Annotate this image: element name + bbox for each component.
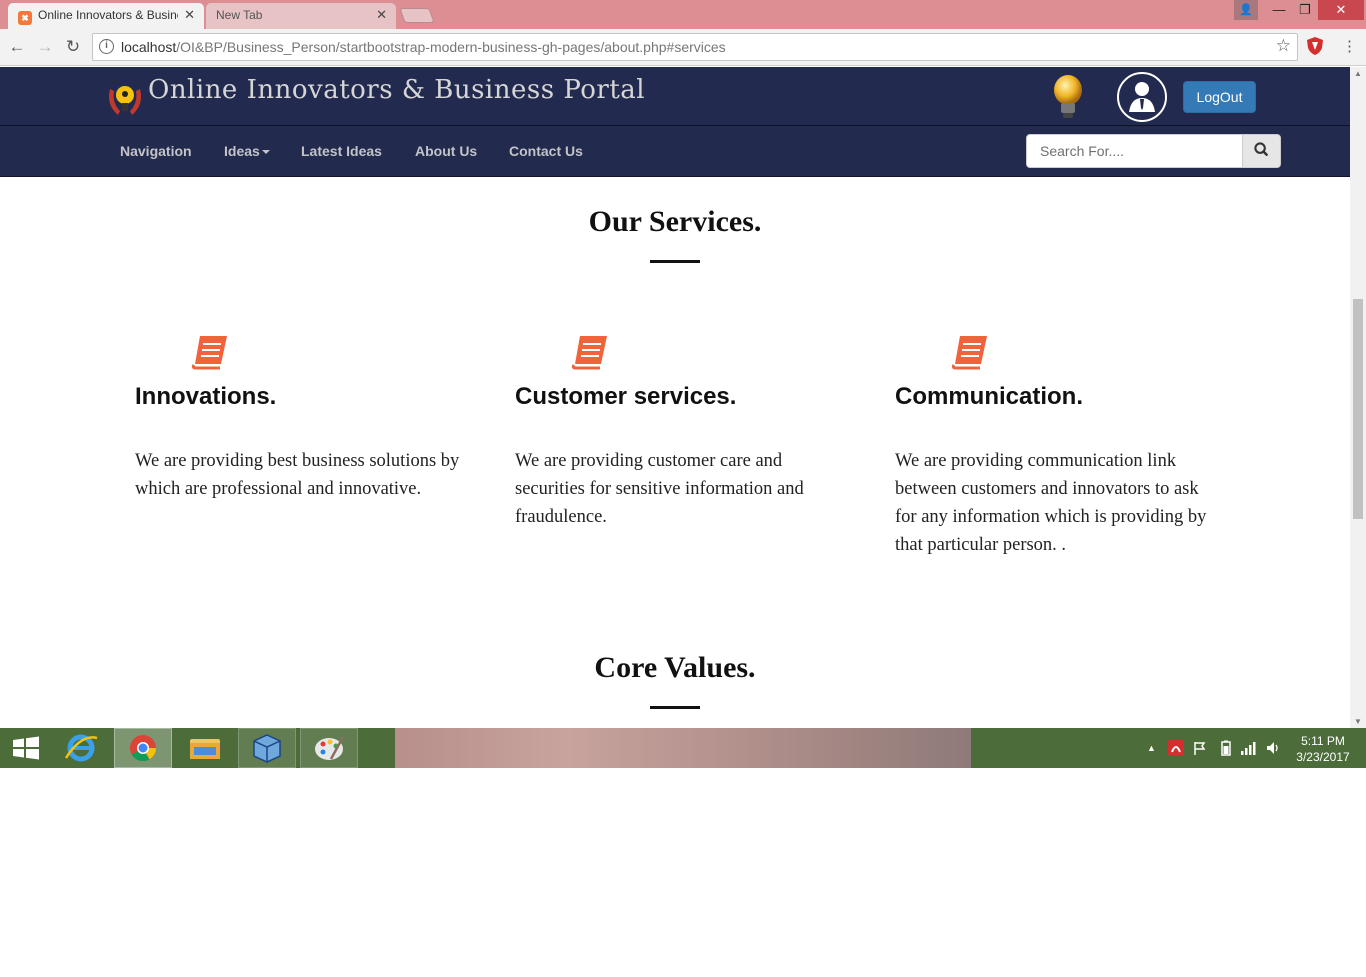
businessman-icon <box>1129 82 1155 112</box>
site-name[interactable]: Online Innovators & Business Portal <box>148 75 645 105</box>
menu-dots-icon[interactable]: ⋮ <box>1342 37 1357 55</box>
book-icon <box>191 336 227 370</box>
logout-button[interactable]: LogOut <box>1183 81 1256 113</box>
windows-taskbar: ▲ 5:11 PM 3/23/2017 <box>0 728 1366 768</box>
volume-icon[interactable] <box>1265 740 1281 756</box>
virtualbox-button[interactable] <box>238 728 296 768</box>
nav-contact-us[interactable]: Contact Us <box>509 143 583 159</box>
battery-icon[interactable] <box>1220 740 1232 756</box>
tab-new[interactable]: New Tab ✕ <box>206 3 396 29</box>
service-text-innovations: We are providing best business solutions… <box>135 451 460 499</box>
file-explorer-button[interactable] <box>176 728 234 768</box>
new-tab-button[interactable] <box>399 8 435 23</box>
taskbar-window-preview <box>395 728 971 768</box>
tab-active[interactable]: ✖ Online Innovators & Business Portal ✕ <box>8 3 204 29</box>
windows-logo-icon <box>13 736 39 760</box>
search-icon <box>1254 142 1268 156</box>
close-tab-icon[interactable]: ✕ <box>184 3 195 27</box>
paint-button[interactable] <box>300 728 358 768</box>
window-close-icon[interactable]: ✕ <box>1318 0 1364 20</box>
internet-explorer-button[interactable] <box>52 728 110 768</box>
nav-ideas-label: Ideas <box>224 143 260 159</box>
core-values-divider <box>650 706 700 709</box>
action-center-flag-icon[interactable] <box>1192 740 1208 756</box>
user-avatar-icon[interactable] <box>1117 72 1167 122</box>
scroll-up-icon[interactable]: ▲ <box>1350 69 1366 78</box>
chrome-button[interactable] <box>114 728 172 768</box>
book-icon <box>951 336 987 370</box>
scroll-down-icon[interactable]: ▼ <box>1350 717 1366 726</box>
core-values-heading: Core Values. <box>594 651 756 684</box>
web-page: Online Innovators & Business Portal LogO… <box>0 67 1350 728</box>
nav-about-us[interactable]: About Us <box>415 143 477 159</box>
site-info-icon[interactable]: i <box>99 39 114 54</box>
bookmark-star-icon[interactable]: ☆ <box>1276 36 1291 56</box>
close-tab-icon[interactable]: ✕ <box>376 3 387 27</box>
browser-tab-bar: ✖ Online Innovators & Business Portal ✕ N… <box>0 0 1366 29</box>
scrollbar-thumb[interactable] <box>1353 299 1363 519</box>
book-icon <box>571 336 607 370</box>
main-navbar: Navigation Ideas Latest Ideas About Us C… <box>0 126 1350 177</box>
paint-palette-icon <box>315 736 345 760</box>
show-hidden-icons-icon[interactable]: ▲ <box>1147 743 1156 753</box>
search-input[interactable] <box>1026 134 1243 168</box>
tab-title: Online Innovators & Business Portal <box>38 8 178 22</box>
forward-arrow-icon[interactable]: → <box>34 35 56 59</box>
url-text[interactable]: localhost/OI&BP/Business_Person/startboo… <box>121 34 726 60</box>
folder-icon <box>190 739 220 759</box>
nav-latest-ideas[interactable]: Latest Ideas <box>301 143 382 159</box>
page-scrollbar[interactable]: ▲ ▼ <box>1350 67 1366 728</box>
service-text-customer-services: We are providing customer care and secur… <box>515 451 804 527</box>
caret-down-icon <box>261 150 270 155</box>
minimize-icon[interactable]: — <box>1266 0 1292 20</box>
url-path: /OI&BP/Business_Person/startbootstrap-mo… <box>176 39 726 55</box>
clock-time: 5:11 PM <box>1301 734 1345 748</box>
nav-ideas-dropdown[interactable]: Ideas <box>224 143 270 159</box>
windows-start-button[interactable] <box>0 728 58 768</box>
site-header: Online Innovators & Business Portal LogO… <box>0 67 1350 126</box>
address-bar[interactable]: i localhost/OI&BP/Business_Person/startb… <box>92 33 1298 61</box>
reload-icon[interactable]: ↻ <box>62 35 84 59</box>
chrome-icon <box>130 735 157 762</box>
lightbulb-icon <box>1054 75 1082 118</box>
browser-toolbar: ← → ↻ i localhost/OI&BP/Business_Person/… <box>0 29 1366 66</box>
restore-icon[interactable]: ❐ <box>1292 0 1318 20</box>
service-title-innovations: Innovations. <box>135 383 277 410</box>
back-arrow-icon[interactable]: ← <box>6 35 28 59</box>
nav-navigation[interactable]: Navigation <box>120 143 192 159</box>
services-divider <box>650 260 700 263</box>
service-title-customer-services: Customer services. <box>515 383 737 410</box>
profile-icon[interactable]: 👤 <box>1234 0 1258 20</box>
antivirus-icon[interactable] <box>1168 740 1184 756</box>
url-host: localhost <box>121 39 177 55</box>
shield-extension-icon[interactable] <box>1306 36 1324 56</box>
tab-title: New Tab <box>216 8 263 22</box>
service-text-communication: We are providing communication link betw… <box>895 451 1207 555</box>
virtualbox-icon <box>253 734 281 763</box>
services-heading: Our Services. <box>588 205 762 238</box>
clock-date: 3/23/2017 <box>1296 750 1350 764</box>
xampp-favicon-icon: ✖ <box>18 11 32 25</box>
portal-logo-icon[interactable] <box>104 79 146 121</box>
network-signal-icon[interactable] <box>1240 740 1256 756</box>
system-clock[interactable]: 5:11 PM 3/23/2017 <box>1288 733 1358 765</box>
service-title-communication: Communication. <box>895 383 1084 410</box>
internet-explorer-icon <box>64 734 98 762</box>
search-button[interactable] <box>1242 134 1281 168</box>
